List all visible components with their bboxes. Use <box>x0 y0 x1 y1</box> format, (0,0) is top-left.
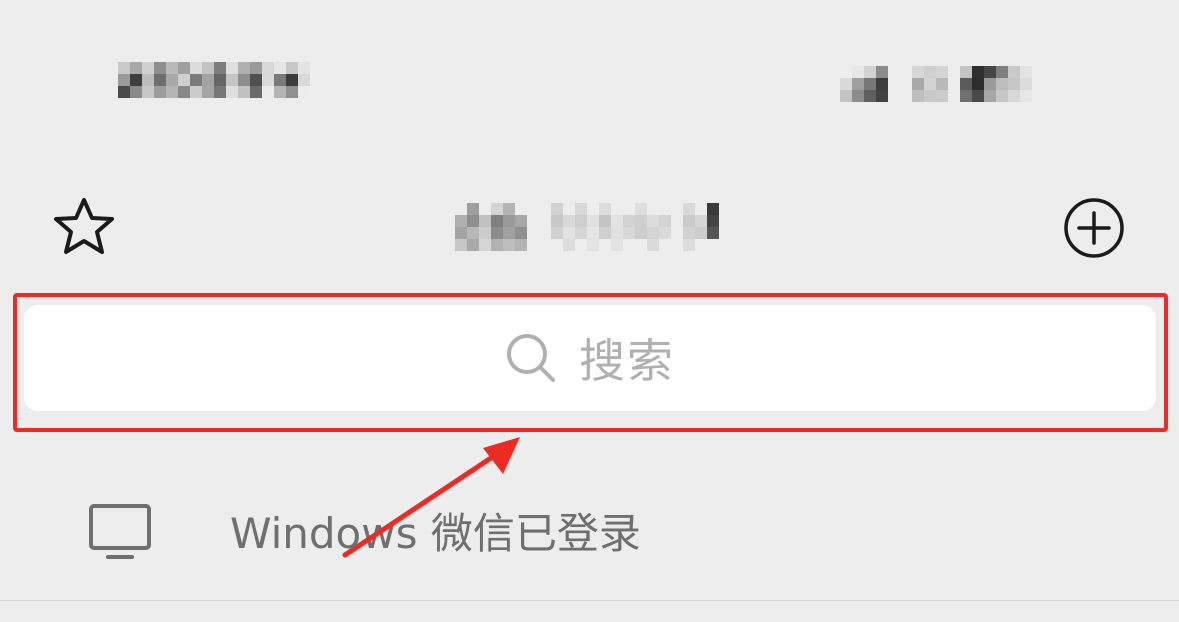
divider <box>0 600 1179 601</box>
status-time-obscured <box>118 62 310 98</box>
plus-circle-icon[interactable] <box>1063 197 1125 259</box>
chat-title-obscured <box>455 203 719 251</box>
app-screen: 搜索 Windows 微信已登录 <box>0 0 1179 622</box>
monitor-icon <box>89 504 151 559</box>
annotation-highlight-box <box>13 293 1168 432</box>
device-login-row[interactable]: Windows 微信已登录 <box>0 470 1179 600</box>
star-icon[interactable] <box>52 196 116 258</box>
device-login-label: Windows 微信已登录 <box>230 509 641 558</box>
status-icons-obscured <box>840 66 1080 102</box>
